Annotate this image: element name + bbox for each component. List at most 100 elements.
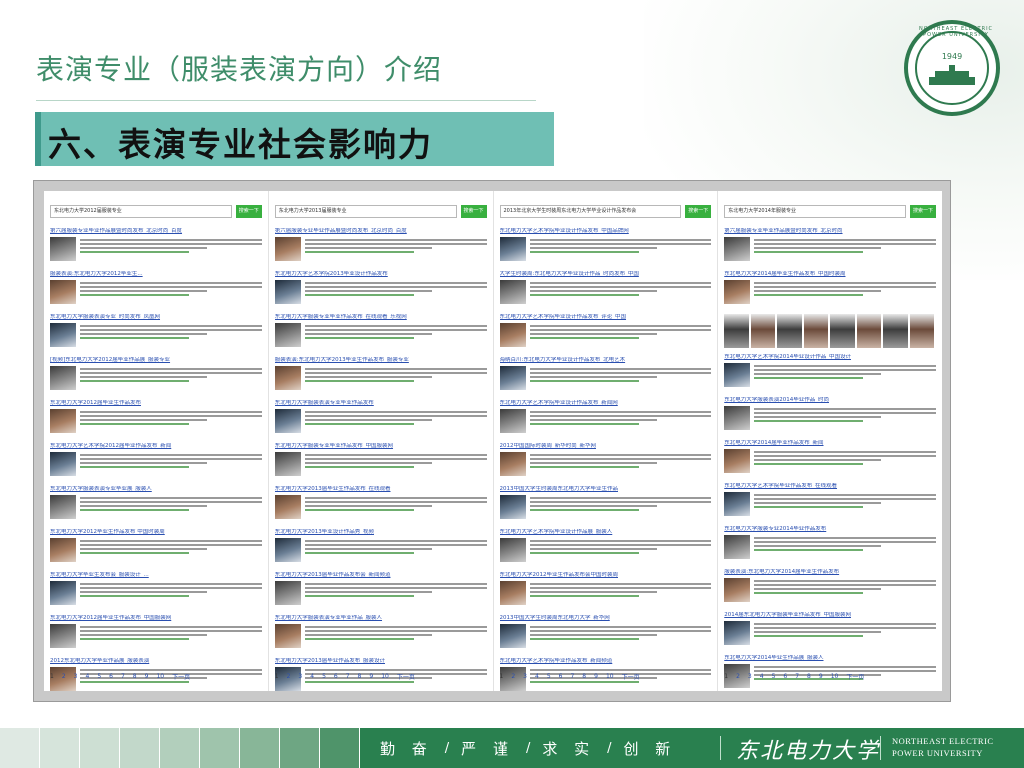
result-thumbnail[interactable] [274,237,301,261]
page-link[interactable]: 4 [760,673,764,680]
page-link[interactable]: 4 [85,673,89,680]
result-thumbnail[interactable] [499,366,526,390]
result-thumbnail[interactable] [499,409,526,433]
result-thumbnail[interactable] [724,237,751,261]
page-link[interactable]: 7 [346,673,350,680]
page-link[interactable]: 1 [500,673,504,680]
result-thumbnail[interactable] [724,449,751,473]
search-result-title-link[interactable]: 东北电力大学艺术学院毕业作品发布_新闻频道 [500,658,712,665]
collage-thumbnail[interactable] [830,314,855,348]
result-thumbnail[interactable] [50,409,76,433]
result-thumbnail[interactable] [50,280,76,304]
page-link[interactable]: 2 [62,673,66,680]
result-thumbnail[interactable] [50,237,76,261]
search-result-title-link[interactable]: 2012中国国际时装周_新华时尚_新华网 [500,443,712,450]
search-button[interactable]: 搜索一下 [460,205,487,218]
result-thumbnail[interactable] [499,452,526,476]
result-thumbnail[interactable] [499,624,526,648]
page-link[interactable]: 7 [121,673,125,680]
page-link[interactable]: 3 [523,673,527,680]
result-thumbnail[interactable] [724,406,751,430]
page-link[interactable]: 6 [783,673,787,680]
result-thumbnail[interactable] [499,495,526,519]
search-result-title-link[interactable]: 海纳百川:东北电力大学毕业设计作品发布_北电艺术 [500,357,712,364]
collage-thumbnail[interactable] [803,314,829,348]
search-result-title-link[interactable]: 东北电力大学2014届毕业作品发布_新闻 [724,440,936,447]
result-thumbnail[interactable] [50,366,76,390]
search-result-title-link[interactable]: 东北电力大学2013届毕业作品发布会_新闻频道 [275,572,487,579]
search-input[interactable]: 2013年北京大学生时装周东北电力大学毕业设计作品发布会 [499,205,682,218]
result-thumbnail[interactable] [499,538,526,562]
result-thumbnail[interactable] [50,452,76,476]
collage-thumbnail[interactable] [883,314,908,348]
result-thumbnail[interactable] [724,280,751,304]
search-result-title-link[interactable]: 服装表演:东北电力大学2014届毕业生作品发布 [724,569,936,576]
result-thumbnail[interactable] [274,538,301,562]
search-result-title-link[interactable]: 东北电力大学艺术学院2014毕业设计作品_中国设计 [724,354,936,361]
page-link[interactable]: 10 [381,673,389,680]
search-result-title-link[interactable]: 2014届东北电力大学服装毕业作品发布_中国服装网 [724,612,936,619]
collage-thumbnail[interactable] [909,314,934,348]
page-link[interactable]: 3 [74,673,78,680]
page-link[interactable]: 5 [322,673,326,680]
result-thumbnail[interactable] [274,280,301,304]
search-result-title-link[interactable]: 东北电力大学艺术学院毕业设计作品发布_新闻网 [500,400,712,407]
page-link[interactable]: 8 [133,673,137,680]
next-page-link[interactable]: 下一页 [172,672,190,681]
next-page-link[interactable]: 下一页 [397,672,415,681]
search-result-title-link[interactable]: 东北电力大学2013届毕业生作品发布_在线观看 [275,486,487,493]
page-link[interactable]: 8 [582,673,586,680]
collage-thumbnail[interactable] [777,314,802,348]
search-button[interactable]: 搜索一下 [685,205,712,218]
page-link[interactable]: 6 [109,673,113,680]
collage-thumbnail[interactable] [750,314,776,348]
result-thumbnail[interactable] [50,323,76,347]
page-link[interactable]: 5 [772,673,776,680]
search-result-title-link[interactable]: 第六届服装专业毕业作品展暨时尚发布_北京时尚 [724,228,936,235]
search-result-title-link[interactable]: 东北电力大学服装表演专业毕业作品发布 [275,400,487,407]
next-page-link[interactable]: 下一页 [622,672,640,681]
result-thumbnail[interactable] [274,366,301,390]
search-result-title-link[interactable]: 东北电力大学艺术学院毕业设计作品发布_评论_中国 [500,314,712,321]
search-result-title-link[interactable]: 大学生时装周:东北电力大学毕业设计作品_时尚发布_中国 [500,271,712,278]
page-link[interactable]: 1 [50,673,54,680]
page-link[interactable]: 7 [570,673,574,680]
page-link[interactable]: 6 [334,673,338,680]
result-thumbnail[interactable] [274,495,301,519]
search-result-title-link[interactable]: 第六届服装专业毕业作品展暨时尚发布_北京时尚_百度 [275,228,487,235]
search-result-title-link[interactable]: 东北电力大学服装专业毕业作品发布_中国服装网 [275,443,487,450]
search-input[interactable]: 东北电力大学2012届服装专业 [50,205,232,218]
result-thumbnail[interactable] [274,452,301,476]
search-result-title-link[interactable]: 东北电力大学服装表演2014毕业作品_时尚 [724,397,936,404]
search-result-title-link[interactable]: 东北电力大学服装表演专业_时尚发布_凤凰网 [50,314,262,321]
result-thumbnail[interactable] [499,280,526,304]
search-result-title-link[interactable]: 东北电力大学2013届毕业作品发布_服装设计 [275,658,487,665]
search-result-title-link[interactable]: 东北电力大学艺术学院2013毕业设计作品发布 [275,271,487,278]
page-link[interactable]: 1 [275,673,279,680]
page-link[interactable]: 9 [819,673,823,680]
search-result-title-link[interactable]: 东北电力大学服装专业2014毕业作品发布 [724,526,936,533]
search-result-title-link[interactable]: 第六届服装专业毕业作品展暨时尚发布_北京时尚_百度 [50,228,262,235]
search-result-title-link[interactable]: 东北电力大学艺术学院毕业设计作品展_服装人 [500,529,712,536]
page-link[interactable]: 10 [606,673,614,680]
collage-thumbnail[interactable] [856,314,882,348]
page-link[interactable]: 3 [748,673,752,680]
result-thumbnail[interactable] [274,624,301,648]
page-link[interactable]: 7 [795,673,799,680]
page-link[interactable]: 5 [97,673,101,680]
result-thumbnail[interactable] [499,581,526,605]
page-link[interactable]: 4 [535,673,539,680]
result-thumbnail[interactable] [499,237,526,261]
search-result-title-link[interactable]: 东北电力大学毕业生发布会_服装设计_... [50,572,262,579]
page-link[interactable]: 2 [736,673,740,680]
page-link[interactable]: 10 [831,673,839,680]
page-link[interactable]: 9 [369,673,373,680]
search-result-title-link[interactable]: 东北电力大学2012毕业生作品发布会中国时装周 [500,572,712,579]
result-thumbnail[interactable] [274,581,301,605]
next-page-link[interactable]: 下一页 [846,672,864,681]
page-link[interactable]: 3 [298,673,302,680]
search-result-title-link[interactable]: 2013中国大学生时装周东北电力大学毕业生作品 [500,486,712,493]
page-link[interactable]: 5 [547,673,551,680]
search-button[interactable]: 搜索一下 [235,205,262,218]
page-link[interactable]: 9 [145,673,149,680]
